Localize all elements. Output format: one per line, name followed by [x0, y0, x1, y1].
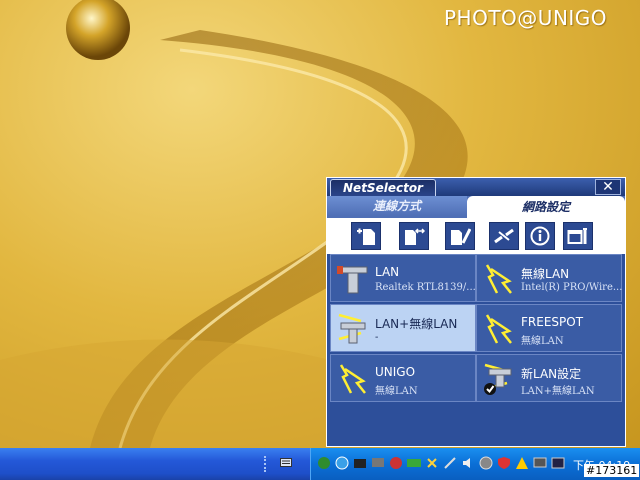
alert-icon[interactable] — [515, 456, 529, 470]
tab-connection-method[interactable]: 連線方式 — [327, 196, 467, 216]
connection-item-freespot[interactable]: FREESPOT 無線LAN — [476, 304, 622, 352]
connection-name: 新LAN設定 — [521, 367, 582, 381]
new-profile-icon — [357, 228, 375, 245]
settings-button[interactable] — [563, 222, 593, 250]
connection-detail: Realtek RTL8139/... — [375, 282, 476, 293]
monitor-icon[interactable] — [371, 456, 385, 470]
connection-name: UNIGO — [375, 365, 416, 379]
connection-item-lan[interactable]: LAN Realtek RTL8139/... — [330, 254, 476, 302]
new-profile-button[interactable] — [351, 222, 381, 250]
disconnect-button[interactable] — [489, 222, 519, 250]
watermark-text: PHOTO@UNIGO — [444, 6, 608, 30]
title-bar[interactable]: NetSelector ✕ — [327, 178, 625, 196]
volume-icon[interactable] — [461, 456, 475, 470]
tools-icon[interactable] — [443, 456, 457, 470]
connection-item-new-lan-settings[interactable]: 新LAN設定 LAN+無線LAN — [476, 354, 622, 402]
close-button[interactable]: ✕ — [595, 179, 621, 195]
toolbar — [327, 218, 625, 254]
connection-detail: Intel(R) PRO/Wire... — [521, 282, 623, 293]
connection-name: FREESPOT — [521, 315, 584, 329]
network-icon[interactable] — [317, 456, 331, 470]
connection-detail: - — [375, 332, 379, 343]
settings-icon — [567, 228, 587, 244]
lan-wireless-icon — [338, 313, 366, 344]
power-icon[interactable] — [425, 456, 439, 470]
edit-profile-icon — [451, 228, 471, 245]
connection-item-unigo[interactable]: UNIGO 無線LAN — [330, 354, 476, 402]
connection-list: LAN Realtek RTL8139/... 無線LAN Intel(R) P… — [327, 254, 625, 446]
camera-icon[interactable] — [353, 456, 367, 470]
browser-icon[interactable] — [335, 456, 349, 470]
wireless-icon — [339, 364, 366, 394]
connection-name: 無線LAN — [521, 267, 570, 281]
shield-icon[interactable] — [497, 456, 511, 470]
disconnect-icon — [494, 228, 514, 244]
tab-network-settings[interactable]: 網路設定 — [467, 196, 625, 218]
edit-profile-button[interactable] — [445, 222, 475, 250]
connection-detail: 無線LAN — [521, 336, 564, 347]
info-icon — [530, 226, 550, 246]
lan-icon — [337, 266, 368, 294]
connection-detail: LAN+無線LAN — [521, 386, 595, 397]
connection-name: LAN+無線LAN — [375, 317, 458, 331]
info-button[interactable] — [525, 222, 555, 250]
off-badge-icon[interactable] — [389, 456, 403, 470]
eco-badge-icon[interactable] — [407, 456, 421, 470]
window-title: NetSelector — [330, 179, 436, 196]
toolbar-grip[interactable] — [264, 456, 270, 472]
netselector-window: NetSelector ✕ 連線方式 網路設定 LAN Realtek RTL8… — [326, 177, 626, 447]
image-id-label: #173161 — [584, 464, 640, 477]
tab-bar: 連線方式 網路設定 — [327, 196, 625, 218]
display-icon[interactable] — [533, 456, 547, 470]
taskbar: 下午 04:19 — [0, 448, 640, 480]
security-icon[interactable] — [479, 456, 493, 470]
wireless-icon — [485, 314, 512, 344]
connection-item-lan-wireless[interactable]: LAN+無線LAN - — [330, 304, 476, 352]
connection-item-wireless-lan[interactable]: 無線LAN Intel(R) PRO/Wire... — [476, 254, 622, 302]
connection-detail: 無線LAN — [375, 386, 418, 397]
wireless-icon — [485, 264, 512, 294]
lan-wireless-check-icon — [484, 363, 512, 395]
connection-name: LAN — [375, 265, 400, 279]
copy-profile-button[interactable] — [399, 222, 429, 250]
keyboard-layout-icon[interactable] — [551, 456, 565, 470]
copy-profile-icon — [405, 228, 425, 245]
keyboard-icon[interactable] — [280, 458, 292, 467]
